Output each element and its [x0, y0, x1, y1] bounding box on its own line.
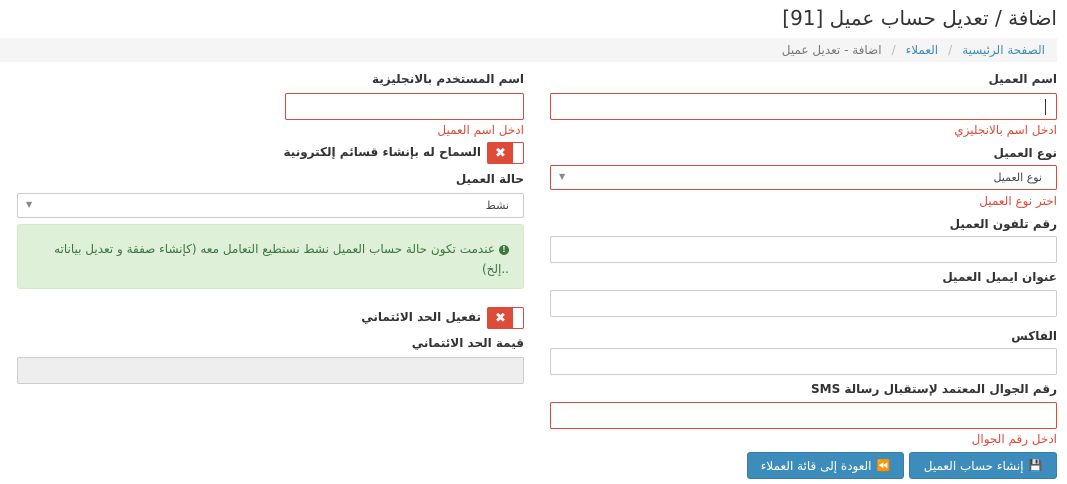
fast-backward-icon: ⏪: [876, 459, 891, 472]
credit-limit-enable-label: تفعيل الحد الائتماني: [361, 310, 481, 324]
breadcrumb-separator: /: [891, 43, 896, 57]
breadcrumb-current: اضافة - تعديل عميل: [781, 43, 882, 57]
status-info-alert: !عندمت تكون حالة حساب العميل نشط نستطيع …: [17, 224, 524, 289]
username-en-error: ادخل اسم العميل: [437, 123, 524, 137]
page-title: اضافة / تعديل حساب عميل [91]: [782, 6, 1057, 30]
customer-type-error: اختر نوع العميل: [979, 194, 1057, 208]
sms-mobile-label: رقم الجوال المعتمد لإستقبال رسالة SMS: [810, 382, 1057, 396]
customer-name-error: ادخل اسم بالانجليزي: [954, 123, 1057, 137]
back-to-customers-button[interactable]: ⏪ العودة إلى قائة العملاء: [747, 452, 904, 479]
credit-limit-toggle[interactable]: ✖: [487, 307, 524, 329]
breadcrumb-separator: /: [948, 43, 953, 57]
customer-type-label: نوع العميل: [993, 146, 1057, 160]
email-input[interactable]: [550, 290, 1057, 317]
x-icon: ✖: [488, 143, 513, 163]
phone-input[interactable]: [550, 236, 1057, 263]
back-to-customers-label: العودة إلى قائة العملاء: [760, 458, 872, 473]
customer-status-selected: نشط: [485, 199, 509, 212]
credit-limit-value-label: قيمة الحد الائتماني: [411, 336, 524, 350]
breadcrumb-customers[interactable]: العملاء: [906, 43, 939, 57]
sms-mobile-input[interactable]: [550, 402, 1057, 429]
customer-name-input[interactable]: [550, 93, 1057, 120]
allow-invoices-toggle[interactable]: ✖: [487, 142, 524, 164]
fax-label: الفاكس: [1011, 329, 1057, 343]
breadcrumb-home[interactable]: الصفحة الرئيسية: [962, 43, 1045, 57]
email-label: عنوان ايميل العميل: [942, 270, 1057, 284]
allow-invoices-label: السماح له بإنشاء قسائم إلكترونية: [283, 145, 481, 159]
chevron-down-icon: ▼: [559, 172, 566, 181]
breadcrumb: الصفحة الرئيسية / العملاء / اضافة - تعدي…: [0, 38, 1057, 62]
floppy-disk-icon: 💾: [1028, 459, 1043, 472]
fax-input[interactable]: [550, 348, 1057, 375]
customer-status-label: حالة العميل: [455, 172, 524, 186]
status-info-text: عندمت تكون حالة حساب العميل نشط نستطيع ا…: [54, 242, 509, 276]
x-icon: ✖: [488, 308, 513, 328]
exclamation-circle-icon: !: [499, 244, 509, 255]
phone-label: رقم تلفون العميل: [949, 217, 1057, 231]
username-en-input[interactable]: [285, 93, 524, 120]
customer-status-select[interactable]: نشط ▼: [17, 193, 524, 218]
customer-type-select[interactable]: نوع العميل ▼: [550, 165, 1057, 190]
credit-limit-value-input[interactable]: [17, 357, 524, 384]
text-cursor: [1045, 99, 1046, 115]
customer-type-selected: نوع العميل: [993, 171, 1042, 184]
customer-name-label: اسم العميل: [988, 72, 1057, 86]
create-customer-button[interactable]: 💾 إنشاء حساب العميل: [909, 452, 1057, 479]
chevron-down-icon: ▼: [26, 200, 33, 209]
create-customer-label: إنشاء حساب العميل: [923, 458, 1024, 473]
sms-mobile-error: ادخل رقم الجوال: [971, 432, 1057, 446]
username-en-label: اسم المستخدم بالانجليزية: [372, 72, 524, 86]
